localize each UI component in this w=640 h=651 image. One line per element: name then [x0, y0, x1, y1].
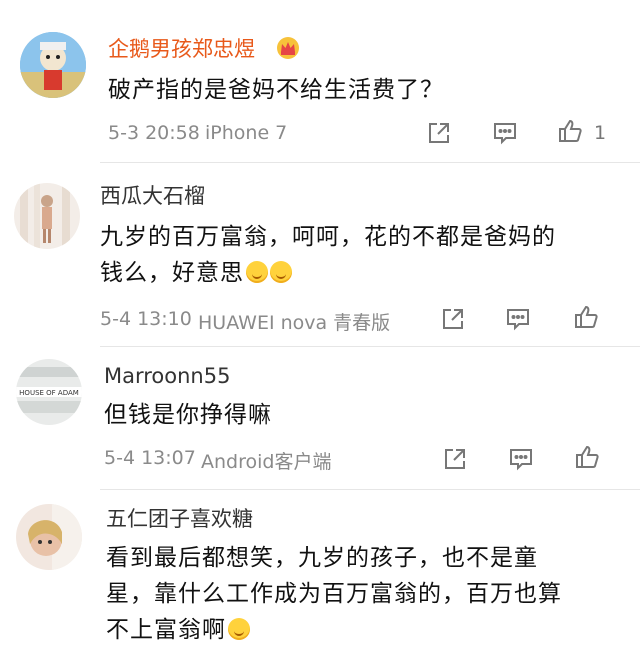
comment-text-segment: 钱么，好意思 [100, 260, 244, 286]
comment-2: 西瓜大石榴 九岁的百万富翁，呵呵，花的不都是爸妈的 钱么，好意思 5-4 13:… [0, 163, 640, 346]
username[interactable]: 企鹅男孩郑忠煜 [108, 36, 255, 62]
comment-device: iPhone 7 [205, 122, 288, 144]
comment-1: 企鹅男孩郑忠煜 破产指的是爸妈不给生活费了？ 5-3 20:58 iPhone … [0, 0, 640, 160]
comment-icon[interactable] [492, 120, 518, 146]
share-icon[interactable] [442, 446, 468, 472]
like-icon[interactable] [574, 444, 600, 470]
comment-text: 但钱是你挣得嘛 [104, 402, 272, 428]
like-count: 1 [594, 122, 607, 144]
comment-text-segment: 不上富翁啊 [106, 617, 226, 643]
avatar[interactable] [16, 504, 82, 570]
like-icon[interactable] [557, 118, 583, 144]
comment-text-line: 九岁的百万富翁，呵呵，花的不都是爸妈的 [100, 224, 556, 250]
emoji-icon [270, 261, 292, 283]
comment-text: 九岁的百万富翁，呵呵，花的不都是爸妈的 钱么，好意思 [100, 219, 556, 291]
comment-text-line: 钱么，好意思 [100, 255, 556, 291]
comment-4: 五仁团子喜欢糖 看到最后都想笑，九岁的孩子，也不是童 星，靠什么工作成为百万富翁… [0, 490, 640, 651]
username[interactable]: Marroonn55 [104, 363, 230, 389]
comment-device: Android客户端 [201, 451, 332, 473]
comment-text: 看到最后都想笑，九岁的孩子，也不是童 星，靠什么工作成为百万富翁的，百万也算 不… [106, 540, 562, 648]
comment-device: HUAWEI nova 青春版 [198, 312, 391, 334]
share-icon[interactable] [426, 120, 452, 146]
avatar[interactable]: HOUSE OF ADAM [16, 359, 82, 425]
comment-icon[interactable] [508, 446, 534, 472]
avatar[interactable] [20, 32, 86, 98]
emoji-icon [246, 261, 268, 283]
comment-icon[interactable] [505, 306, 531, 332]
avatar[interactable] [14, 183, 80, 249]
crown-icon [277, 37, 299, 59]
username[interactable]: 西瓜大石榴 [100, 183, 205, 209]
emoji-icon [228, 618, 250, 640]
share-icon[interactable] [440, 306, 466, 332]
comment-text-line: 不上富翁啊 [106, 612, 562, 648]
comment-text-line: 星，靠什么工作成为百万富翁的，百万也算 [106, 581, 562, 607]
svg-text:HOUSE OF ADAM: HOUSE OF ADAM [19, 389, 79, 397]
comment-time: 5-3 20:58 [108, 122, 200, 144]
comment-3: HOUSE OF ADAM Marroonn55 但钱是你挣得嘛 5-4 13:… [0, 347, 640, 489]
username[interactable]: 五仁团子喜欢糖 [106, 506, 253, 532]
comment-time: 5-4 13:10 [100, 308, 192, 330]
like-icon[interactable] [573, 304, 599, 330]
comment-text-line: 看到最后都想笑，九岁的孩子，也不是童 [106, 545, 538, 571]
comment-text: 破产指的是爸妈不给生活费了？ [108, 77, 444, 103]
comment-time: 5-4 13:07 [104, 447, 196, 469]
